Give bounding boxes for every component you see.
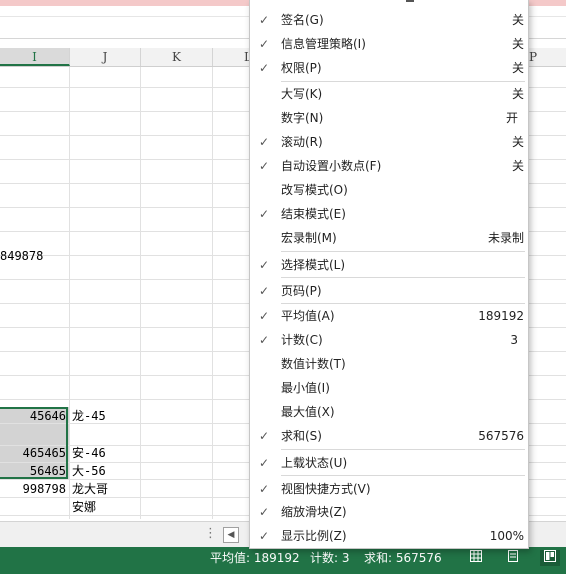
cell-i-value[interactable]: 998798 — [0, 478, 69, 500]
check-icon: ✓ — [258, 456, 270, 470]
check-icon: ✓ — [258, 258, 270, 272]
menu-item-end-mode[interactable]: ✓ 结束模式(E) — [250, 202, 528, 226]
check-icon: ✓ — [258, 309, 270, 323]
status-average[interactable]: 平均值: 189192 — [210, 547, 300, 569]
menu-top-marker — [406, 0, 414, 2]
column-header-j[interactable]: J — [70, 48, 141, 66]
menu-item-zoom[interactable]: ✓ 显示比例(Z) 100% — [250, 524, 528, 548]
customize-status-bar-menu: ✓ 签名(G) 关 ✓ 信息管理策略(I) 关 ✓ 权限(P) 关 大写(K) 关 数字(N)… — [249, 0, 529, 549]
menu-item-view-shortcuts[interactable]: ✓ 视图快捷方式(V) — [250, 477, 528, 501]
column-header-i[interactable]: I — [0, 48, 70, 66]
menu-item-maximum[interactable]: 最大值(X) — [250, 400, 528, 424]
menu-item-count[interactable]: ✓ 计数(C) 3 — [250, 328, 528, 352]
check-icon: ✓ — [258, 159, 270, 173]
menu-item-numerical-count[interactable]: 数值计数(T) — [250, 352, 528, 376]
menu-item-zoom-slider[interactable]: ✓ 缩放滑块(Z) — [250, 500, 528, 524]
check-icon: ✓ — [258, 61, 270, 75]
check-icon: ✓ — [258, 529, 270, 543]
menu-item-sum[interactable]: ✓ 求和(S) 567576 — [250, 424, 528, 448]
check-icon: ✓ — [258, 13, 270, 27]
menu-item-selection-mode[interactable]: ✓ 选择模式(L) — [250, 253, 528, 277]
cell-j-value[interactable]: 龙-45 — [72, 405, 140, 427]
check-icon: ✓ — [258, 429, 270, 443]
menu-item-fixed-decimal[interactable]: ✓ 自动设置小数点(F) 关 — [250, 154, 528, 178]
normal-view-icon[interactable] — [466, 550, 486, 566]
menu-item-minimum[interactable]: 最小值(I) — [250, 376, 528, 400]
status-sum[interactable]: 求和: 567576 — [364, 547, 442, 569]
menu-item-macro-recording[interactable]: 宏录制(M) 未录制 — [250, 226, 528, 250]
status-bar[interactable]: 平均值: 189192 计数: 3 求和: 567576 — [0, 547, 566, 574]
check-icon: ✓ — [258, 135, 270, 149]
cell-j-value[interactable]: 安娜 — [72, 496, 140, 518]
menu-item-caps-lock[interactable]: 大写(K) 关 — [250, 82, 528, 106]
menu-separator — [281, 277, 525, 278]
check-icon: ✓ — [258, 207, 270, 221]
menu-item-info-policy[interactable]: ✓ 信息管理策略(I) 关 — [250, 32, 528, 56]
menu-separator — [281, 251, 525, 252]
menu-item-upload-status[interactable]: ✓ 上载状态(U) — [250, 451, 528, 475]
page-break-preview-icon[interactable] — [540, 550, 560, 566]
page-layout-view-icon[interactable] — [503, 550, 523, 566]
cell-i-value[interactable]: 849878 — [0, 245, 68, 267]
more-options-icon[interactable]: ⋮ — [204, 526, 217, 541]
menu-separator — [281, 449, 525, 450]
menu-item-num-lock[interactable]: 数字(N) 开 — [250, 106, 528, 130]
menu-item-scroll-lock[interactable]: ✓ 滚动(R) 关 — [250, 130, 528, 154]
selection-border — [0, 407, 68, 479]
column-header-k[interactable]: K — [141, 48, 213, 66]
menu-item-page-number[interactable]: ✓ 页码(P) — [250, 279, 528, 303]
menu-item-signature[interactable]: ✓ 签名(G) 关 — [250, 8, 528, 32]
check-icon: ✓ — [258, 482, 270, 496]
menu-item-overtype-mode[interactable]: 改写模式(O) — [250, 178, 528, 202]
menu-item-permissions[interactable]: ✓ 权限(P) 关 — [250, 56, 528, 80]
scroll-left-icon[interactable]: ◀ — [223, 527, 239, 543]
check-icon: ✓ — [258, 284, 270, 298]
menu-separator — [281, 475, 525, 476]
menu-item-average[interactable]: ✓ 平均值(A) 189192 — [250, 304, 528, 328]
check-icon: ✓ — [258, 505, 270, 519]
check-icon: ✓ — [258, 37, 270, 51]
status-count[interactable]: 计数: 3 — [310, 547, 350, 569]
check-icon: ✓ — [258, 333, 270, 347]
